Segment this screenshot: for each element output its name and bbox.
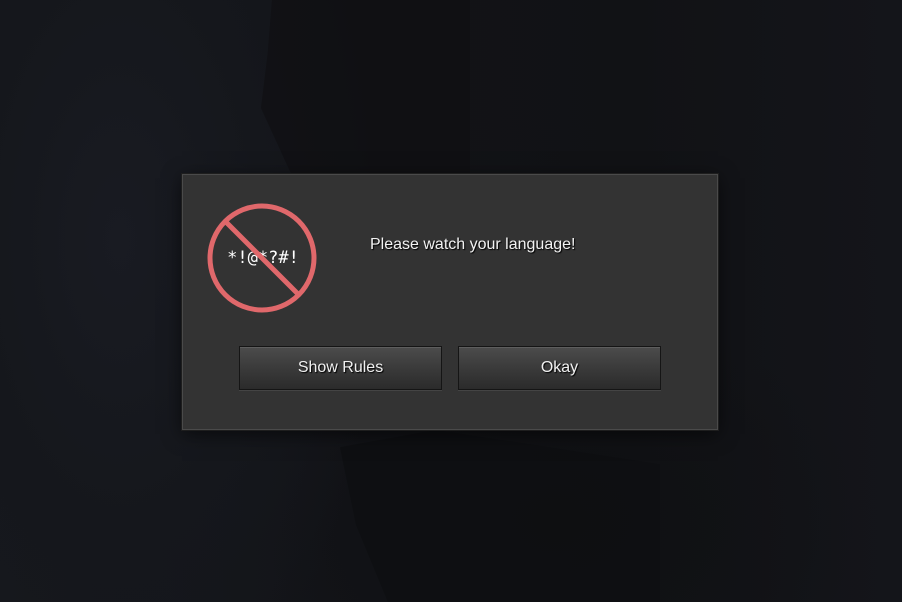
no-profanity-icon: *!@*?#! (207, 203, 317, 313)
show-rules-button[interactable]: Show Rules (239, 346, 442, 390)
okay-button[interactable]: Okay (458, 346, 661, 390)
language-warning-dialog: *!@*?#! Please watch your language! Show… (182, 174, 718, 430)
background-shadow-shape (261, 0, 470, 180)
warning-message: Please watch your language! (370, 236, 576, 253)
background-shadow-shape (340, 430, 660, 602)
game-scene-background: *!@*?#! Please watch your language! Show… (0, 0, 902, 602)
